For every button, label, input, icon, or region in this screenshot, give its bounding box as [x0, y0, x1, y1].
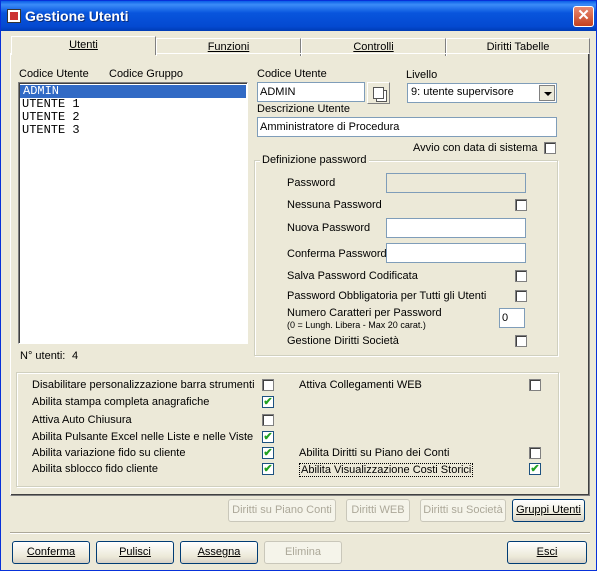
password-label: Password: [287, 177, 336, 189]
chart-of-accounts-rights-button[interactable]: Diritti su Piano Conti: [228, 499, 336, 522]
new-password-field[interactable]: [386, 218, 526, 238]
opt-full-print-checkbox[interactable]: ✔: [262, 396, 274, 408]
confirm-button-label: Conferma: [26, 546, 76, 558]
company-rights-button[interactable]: Diritti su Società: [420, 499, 506, 522]
save-encoded-label: Salva Password Codificata: [287, 270, 418, 282]
opt-historic-costs-label: Abilita Visualizzazione Costi Storici: [299, 463, 474, 477]
user-groups-button[interactable]: Gruppi Utenti: [512, 499, 585, 522]
save-encoded-checkbox[interactable]: [515, 270, 527, 282]
mandatory-password-checkbox[interactable]: [515, 290, 527, 302]
opt-excel-button-label: Abilita Pulsante Excel nelle Liste e nel…: [32, 431, 254, 443]
opt-credit-unlock-label: Abilita sblocco fido cliente: [32, 463, 158, 475]
exit-button-label: Esci: [536, 546, 558, 558]
level-select-value: 9: utente supervisore: [411, 86, 514, 98]
user-listbox[interactable]: ADMIN UTENTE 1 UTENTE 2 UTENTE 3: [18, 82, 248, 344]
tab-diritti-tabelle-label: Diritti Tabelle: [486, 41, 550, 53]
clear-button[interactable]: Pulisci: [96, 541, 174, 564]
level-label: Livello: [406, 69, 438, 81]
clear-button-label: Pulisci: [119, 546, 151, 558]
web-rights-button[interactable]: Diritti WEB: [346, 499, 410, 522]
user-count-label: N° utenti:: [20, 350, 66, 362]
close-button[interactable]: ✕: [573, 6, 594, 27]
opt-full-print-label: Abilita stampa completa anagrafiche: [32, 396, 210, 408]
list-header-group: Codice Gruppo: [109, 68, 183, 80]
confirm-password-label: Conferma Password: [287, 248, 387, 260]
opt-credit-change-checkbox[interactable]: ✔: [262, 447, 274, 459]
mandatory-password-label: Password Obbligatoria per Tutti gli Uten…: [287, 290, 487, 302]
no-password-checkbox[interactable]: [515, 199, 527, 211]
new-password-label: Nuova Password: [287, 222, 371, 234]
user-code-label: Codice Utente: [257, 68, 327, 80]
opt-accounts-rights-checkbox[interactable]: [529, 447, 541, 459]
user-code-field[interactable]: ADMIN: [257, 82, 365, 102]
description-field[interactable]: Amministratore di Procedura: [257, 117, 557, 137]
opt-credit-change-label: Abilita variazione fido su cliente: [32, 447, 186, 459]
level-select[interactable]: 9: utente supervisore: [407, 83, 557, 103]
opt-disable-toolbar-label: Disabilitare personalizzazione barra str…: [32, 379, 255, 391]
company-rights-checkbox[interactable]: [515, 335, 527, 347]
app-icon: [7, 9, 21, 23]
tab-controlli-label: Controlli: [353, 41, 394, 53]
password-group-label: Definizione password: [260, 154, 369, 166]
password-field: [386, 173, 526, 193]
opt-auto-close-label: Attiva Auto Chiusura: [32, 414, 132, 426]
num-chars-label: Numero Caratteri per Password: [287, 307, 442, 319]
user-count-value: 4: [72, 350, 79, 362]
window-title: Gestione Utenti: [25, 8, 129, 24]
opt-accounts-rights-label: Abilita Diritti su Piano dei Conti: [299, 447, 450, 459]
user-management-window: Gestione Utenti ✕ Utenti Funzioni Contro…: [0, 0, 597, 571]
copy-user-button[interactable]: [367, 82, 390, 104]
user-groups-button-label: Gruppi Utenti: [516, 504, 581, 516]
title-bar[interactable]: Gestione Utenti ✕: [1, 1, 596, 31]
confirm-password-field[interactable]: [386, 243, 526, 263]
assign-button[interactable]: Assegna: [180, 541, 258, 564]
footer-separator: [10, 532, 590, 534]
description-label: Descrizione Utente: [257, 103, 350, 115]
confirm-button[interactable]: Conferma: [12, 541, 90, 564]
list-item[interactable]: UTENTE 3: [19, 124, 247, 137]
opt-historic-costs-checkbox[interactable]: ✔: [529, 463, 541, 475]
opt-disable-toolbar-checkbox[interactable]: [262, 379, 274, 391]
tab-utenti-label: Utenti: [69, 39, 98, 51]
delete-button[interactable]: Elimina: [264, 541, 342, 564]
list-header-code: Codice Utente: [19, 68, 89, 80]
sysdate-label: Avvio con data di sistema: [413, 142, 538, 154]
opt-auto-close-checkbox[interactable]: [262, 414, 274, 426]
opt-credit-unlock-checkbox[interactable]: ✔: [262, 463, 274, 475]
tab-funzioni-label: Funzioni: [207, 41, 250, 53]
assign-button-label: Assegna: [197, 546, 241, 558]
company-rights-label: Gestione Diritti Società: [287, 335, 399, 347]
opt-web-links-label: Attiva Collegamenti WEB: [299, 379, 422, 391]
tab-utenti[interactable]: Utenti: [11, 36, 156, 55]
opt-web-links-checkbox[interactable]: [529, 379, 541, 391]
opt-excel-button-checkbox[interactable]: ✔: [262, 431, 274, 443]
chevron-down-icon[interactable]: [539, 85, 555, 101]
no-password-label: Nessuna Password: [287, 199, 382, 211]
num-chars-note: (0 = Lungh. Libera - Max 20 carat.): [287, 320, 426, 330]
sysdate-checkbox[interactable]: [544, 142, 556, 154]
num-chars-field[interactable]: 0: [499, 308, 525, 328]
exit-button[interactable]: Esci: [507, 541, 587, 564]
